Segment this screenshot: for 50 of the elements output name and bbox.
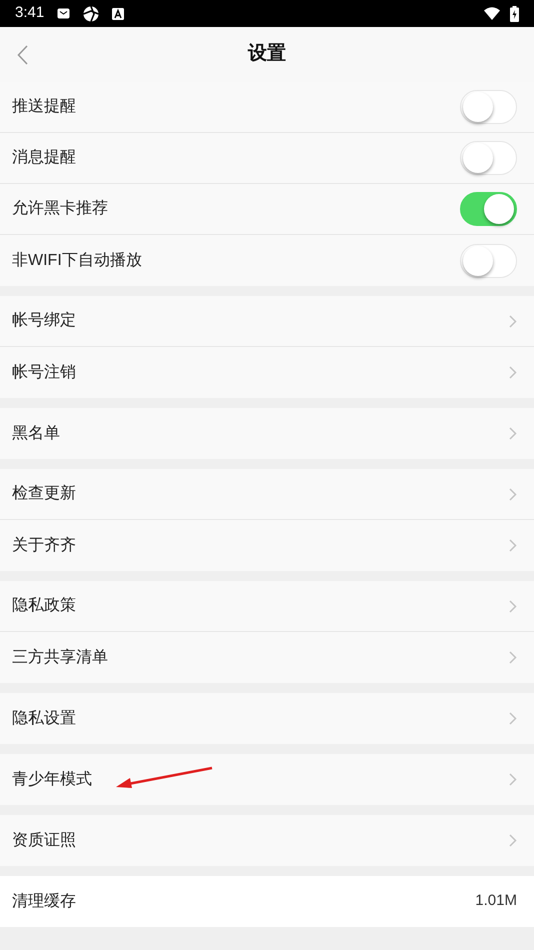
row-label: 黑名单	[12, 424, 60, 444]
chevron-right-icon	[509, 366, 517, 379]
row-label: 帐号注销	[12, 362, 76, 382]
settings-row[interactable]: 消息提醒	[0, 133, 534, 184]
chevron-right-icon	[509, 712, 517, 725]
chevron-right-icon	[509, 427, 517, 440]
back-button[interactable]	[15, 44, 29, 66]
status-time: 3:41	[15, 3, 44, 24]
settings-row[interactable]: 清理缓存 1.01M	[0, 876, 534, 927]
row-label: 资质证照	[12, 830, 76, 850]
settings-row[interactable]: 允许黑卡推荐	[0, 184, 534, 235]
page-title: 设置	[248, 42, 286, 66]
chevron-right-icon	[509, 600, 517, 612]
settings-row[interactable]: 检查更新	[0, 469, 534, 520]
settings-row[interactable]: 推送提醒	[0, 82, 534, 133]
settings-row[interactable]: 资质证照	[0, 815, 534, 866]
aperture-icon	[83, 6, 100, 22]
settings-row[interactable]: 帐号绑定	[0, 296, 534, 347]
row-label: 允许黑卡推荐	[12, 198, 108, 219]
battery-icon	[510, 6, 519, 22]
row-label: 清理缓存	[12, 892, 76, 912]
settings-row[interactable]: 非WIFI下自动播放	[0, 235, 534, 286]
row-label: 非WIFI下自动播放	[12, 250, 142, 270]
row-label: 隐私政策	[12, 596, 76, 616]
row-label: 帐号绑定	[12, 310, 76, 331]
settings-row[interactable]: 帐号注销	[0, 347, 534, 398]
wifi-icon	[484, 7, 500, 20]
font-icon	[112, 8, 124, 20]
chevron-right-icon	[509, 314, 517, 328]
chevron-right-icon	[509, 488, 517, 500]
settings-row[interactable]: 青少年模式	[0, 754, 534, 805]
row-label: 检查更新	[12, 484, 76, 504]
settings-row[interactable]: 三方共享清单	[0, 632, 534, 683]
row-label: 消息提醒	[12, 148, 76, 168]
settings-row[interactable]: 黑名单	[0, 408, 534, 459]
chevron-right-icon	[509, 773, 517, 786]
chevron-right-icon	[509, 651, 517, 664]
settings-row[interactable]: 隐私设置	[0, 693, 534, 744]
row-label: 推送提醒	[12, 97, 76, 117]
chevron-right-icon	[509, 834, 517, 847]
row-label: 隐私设置	[12, 708, 76, 728]
row-label: 关于齐齐	[12, 536, 76, 556]
chevron-right-icon	[509, 539, 517, 552]
mail-icon	[57, 8, 70, 19]
row-label: 三方共享清单	[12, 648, 108, 668]
settings-row[interactable]: 关于齐齐	[0, 520, 534, 571]
toggle-switch[interactable]	[460, 192, 517, 226]
settings-row[interactable]: 隐私政策	[0, 581, 534, 632]
cache-size: 1.01M	[475, 891, 517, 912]
row-label: 青少年模式	[12, 770, 92, 790]
